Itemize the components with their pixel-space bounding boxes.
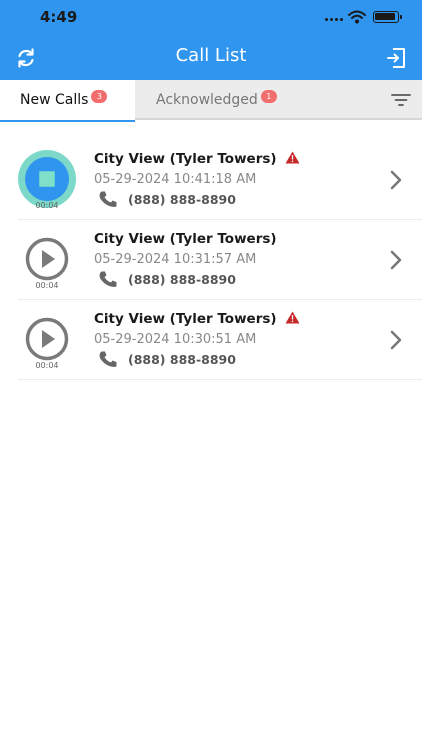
count-badge: 1 — [260, 89, 277, 103]
app-header: Call List — [0, 36, 422, 80]
call-title: City View (Tyler Towers) — [94, 231, 277, 247]
call-duration: 00:04 — [35, 201, 59, 210]
page-title: Call List — [175, 45, 247, 66]
count-badge: 3 — [91, 89, 108, 103]
call-duration: 00:04 — [35, 361, 59, 370]
status-bar: 4:49 — [0, 0, 422, 36]
phone-number: (888) 888-8890 — [128, 191, 236, 207]
phone-row[interactable]: (888) 888-8890 — [98, 190, 236, 208]
tab-new-calls[interactable]: New Calls 3 — [0, 80, 135, 122]
call-datetime: 05-29-2024 10:41:18 AM — [94, 172, 257, 187]
chevron-right-icon[interactable] — [388, 168, 404, 192]
logout-icon[interactable] — [382, 44, 410, 72]
call-datetime: 05-29-2024 10:30:51 AM — [94, 332, 257, 347]
phone-row[interactable]: (888) 888-8890 — [98, 350, 236, 368]
tab-label: New Calls — [20, 92, 89, 108]
status-time: 4:49 — [40, 8, 78, 26]
call-title: City View (Tyler Towers) — [94, 311, 300, 327]
call-duration: 00:04 — [35, 281, 59, 290]
phone-icon — [99, 191, 117, 207]
stop-icon[interactable] — [18, 150, 76, 208]
warning-icon — [285, 311, 300, 324]
signal-icon — [325, 18, 343, 21]
call-title-text: City View (Tyler Towers) — [94, 231, 277, 247]
battery-icon — [373, 11, 402, 23]
warning-icon — [285, 151, 300, 164]
phone-number: (888) 888-8890 — [128, 271, 236, 287]
chevron-right-icon[interactable] — [388, 328, 404, 352]
call-list: 00:04 City View (Tyler Towers) 05-29-202… — [18, 140, 422, 380]
call-list-item[interactable]: 00:04 City View (Tyler Towers) 05-29-202… — [18, 140, 422, 220]
play-icon[interactable] — [18, 230, 76, 288]
tab-acknowledged[interactable]: Acknowledged 1 — [156, 80, 277, 120]
tab-bar: New Calls 3 Acknowledged 1 — [0, 80, 422, 122]
call-datetime: 05-29-2024 10:31:57 AM — [94, 252, 257, 267]
phone-row[interactable]: (888) 888-8890 — [98, 270, 236, 288]
filter-icon[interactable] — [390, 90, 412, 110]
tab-label: Acknowledged — [156, 92, 258, 108]
phone-number: (888) 888-8890 — [128, 351, 236, 367]
wifi-icon — [348, 10, 366, 24]
call-title: City View (Tyler Towers) — [94, 151, 300, 167]
call-title-text: City View (Tyler Towers) — [94, 151, 277, 167]
play-icon[interactable] — [18, 310, 76, 368]
call-title-text: City View (Tyler Towers) — [94, 311, 277, 327]
call-list-item[interactable]: 00:04 City View (Tyler Towers) 05-29-202… — [18, 300, 422, 380]
phone-icon — [99, 351, 117, 367]
call-list-item[interactable]: 00:04 City View (Tyler Towers) 05-29-202… — [18, 220, 422, 300]
chevron-right-icon[interactable] — [388, 248, 404, 272]
phone-icon — [99, 271, 117, 287]
